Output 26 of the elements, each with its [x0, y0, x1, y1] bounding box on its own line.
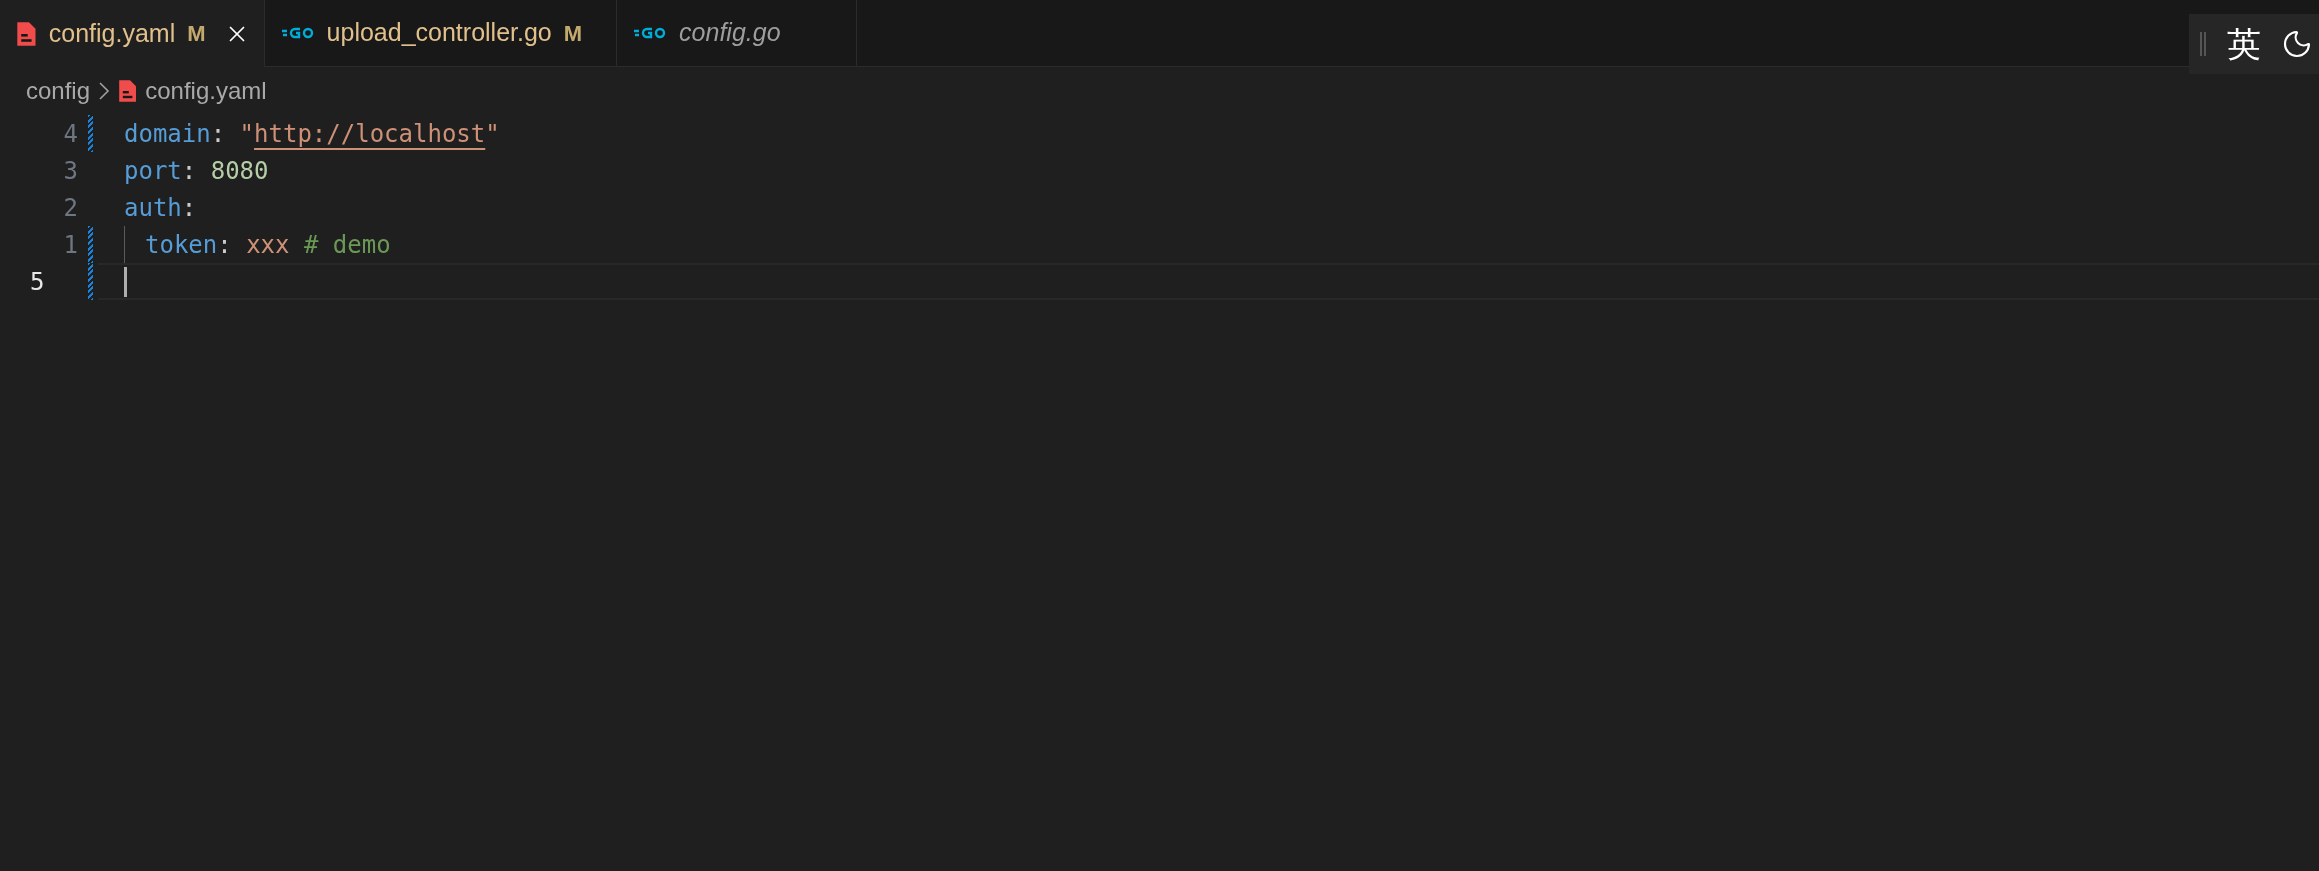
file-icon: [16, 20, 37, 47]
editor-tab[interactable]: config.yaml M: [0, 0, 265, 67]
line-number: 4: [63, 118, 78, 150]
modified-status-label: M: [187, 20, 206, 48]
gopher-logo-icon: [633, 26, 668, 40]
drag-handle-icon[interactable]: [2199, 31, 2207, 57]
input-mode-label[interactable]: 英: [2227, 27, 2261, 61]
modified-status-label: M: [563, 19, 583, 48]
tab-label: config.yaml: [48, 17, 176, 49]
line-number: 1: [63, 229, 78, 261]
line-number: 2: [63, 192, 78, 224]
text-cursor: [124, 266, 127, 297]
chevron-right-icon: [98, 81, 111, 101]
tab-label: config.go: [679, 17, 781, 49]
line-number: 3: [63, 155, 78, 187]
file-icon: [118, 79, 138, 103]
code-line: auth:: [124, 192, 197, 224]
breadcrumb-item[interactable]: config: [26, 73, 91, 109]
breadcrumb-item[interactable]: config.yaml: [145, 73, 267, 109]
tab-label: upload_controller.go: [326, 17, 552, 49]
moon-icon[interactable]: [2281, 28, 2313, 60]
code-line: domain: "http://localhost": [124, 118, 500, 150]
code-line: token: xxx # demo: [145, 229, 391, 261]
line-number: 5: [30, 266, 45, 298]
code-line: port: 8080: [124, 155, 269, 187]
gopher-logo-icon: [280, 26, 315, 40]
